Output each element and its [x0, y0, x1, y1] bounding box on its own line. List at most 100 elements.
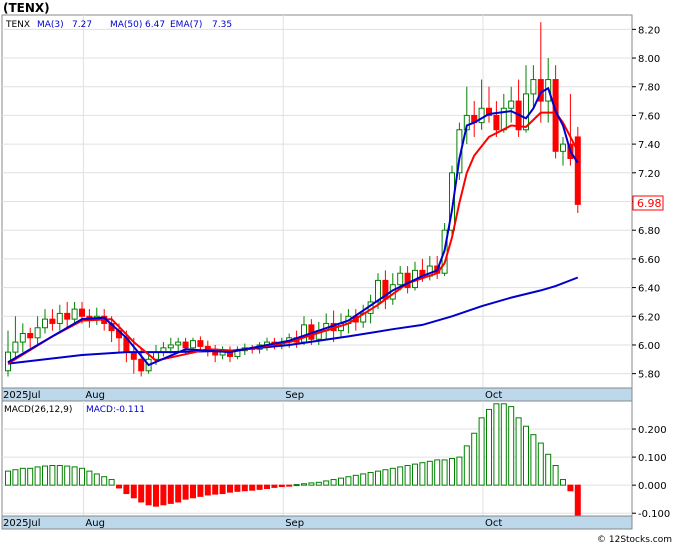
macd-y-axis: -0.100 0.000 0.100 0.200 — [632, 425, 670, 520]
macd-bar — [301, 483, 307, 486]
macd-bar — [449, 458, 455, 486]
candle-body — [19, 332, 26, 343]
macd-bar — [86, 470, 93, 486]
watermark: © 12Stocks.com — [597, 535, 672, 545]
macd-bar — [286, 484, 293, 487]
price-y-tick-label: 5.80 — [638, 370, 660, 381]
macd-bar — [160, 484, 167, 506]
macd-bar — [271, 484, 278, 488]
ticker-title: (TENX) — [3, 1, 50, 15]
macd-bar — [434, 459, 441, 486]
macd-bar — [190, 484, 196, 499]
macd-panel — [1, 400, 633, 517]
macd-bar — [441, 459, 448, 486]
ma50-legend-label: MA(50) — [110, 20, 142, 30]
macd-bar — [500, 403, 507, 486]
macd-bar — [308, 482, 315, 486]
price-y-tick-label: 8.20 — [638, 25, 660, 36]
macd-bar — [375, 470, 381, 486]
ema7-legend-value: 7.35 — [212, 20, 232, 30]
candle-body — [71, 308, 78, 320]
macd-bar — [108, 479, 115, 486]
candle-body — [508, 100, 515, 109]
macd-bar — [567, 484, 574, 492]
macd-bar — [219, 484, 226, 495]
macd-x-tick-label: Oct — [485, 518, 502, 529]
macd-bar — [515, 417, 522, 486]
candle-body — [56, 312, 63, 324]
macd-y-tick-label: 0.200 — [638, 425, 667, 436]
macd-bar — [338, 477, 344, 486]
macd-bar — [182, 484, 189, 500]
candle-body — [138, 358, 145, 372]
macd-bar — [167, 484, 174, 504]
price-x-tick-label: Sep — [285, 390, 304, 401]
macd-bar — [138, 484, 145, 503]
macd-bar — [79, 467, 85, 486]
macd-bar — [12, 469, 19, 486]
candle-body — [530, 79, 537, 95]
macd-bar — [64, 465, 71, 486]
macd-x-tick-label: Sep — [285, 518, 304, 529]
macd-bar — [5, 470, 11, 486]
price-y-tick-label: 7.20 — [638, 169, 660, 180]
macd-bar — [456, 456, 463, 486]
macd-bar — [382, 469, 389, 486]
macd-bar — [330, 479, 337, 486]
price-y-tick-label: 6.20 — [638, 312, 660, 323]
macd-bar — [471, 432, 478, 486]
legend-symbol: TENX — [5, 20, 30, 30]
candle-body — [12, 341, 19, 353]
candle-body — [301, 324, 307, 343]
macd-x-tick-label: Aug — [85, 518, 105, 529]
macd-bar — [71, 466, 78, 486]
macd-bar — [264, 484, 270, 490]
price-y-tick-label: 6.80 — [638, 226, 660, 237]
macd-bar — [145, 484, 152, 506]
candle-body — [34, 327, 41, 339]
candle-body — [79, 308, 85, 317]
macd-bar — [345, 476, 352, 486]
macd-params-label: MACD(26,12,9) — [4, 405, 72, 415]
last-price-label: 6.98 — [637, 197, 662, 210]
macd-y-tick-label: 0.000 — [638, 481, 667, 492]
stock-chart: 5.806.006.206.406.606.807.007.207.407.60… — [1, 1, 672, 545]
macd-bar — [367, 472, 374, 486]
macd-value-label: MACD:-0.111 — [86, 405, 145, 415]
macd-bar — [34, 466, 41, 486]
macd-bar — [49, 465, 56, 486]
macd-bar — [389, 467, 396, 486]
macd-bar — [204, 484, 211, 496]
macd-bar — [278, 484, 285, 488]
price-y-tick-label: 6.00 — [638, 341, 660, 352]
candle-body — [27, 332, 34, 339]
macd-bar — [552, 465, 559, 486]
macd-bar — [175, 484, 182, 503]
macd-bar — [153, 484, 159, 507]
macd-bar — [123, 484, 130, 495]
price-y-tick-label: 7.40 — [638, 140, 660, 151]
macd-bar — [537, 442, 544, 486]
macd-bar — [426, 460, 433, 486]
macd-y-tick-label: 0.100 — [638, 453, 667, 464]
macd-bar — [352, 474, 359, 486]
candle-body — [175, 341, 182, 346]
candle-body — [167, 344, 174, 349]
candle-body — [493, 114, 500, 131]
macd-y-tick-label: -0.100 — [638, 509, 670, 520]
macd-bar — [42, 465, 48, 486]
macd-bar — [530, 434, 537, 486]
price-x-tick-label: Aug — [85, 390, 105, 401]
macd-bar — [227, 484, 233, 493]
macd-bar — [197, 484, 204, 497]
macd-bar — [234, 484, 241, 492]
candle-body — [49, 318, 56, 324]
ma3-legend-value: 7.27 — [72, 20, 92, 30]
macd-bar — [293, 484, 300, 487]
macd-bar — [256, 484, 263, 490]
candle-body — [64, 312, 71, 320]
ma50-legend-value: 6.47 — [145, 20, 165, 30]
macd-bar — [93, 473, 100, 486]
macd-bar — [19, 467, 26, 486]
macd-x-tick-label: 2025Jul — [3, 518, 41, 529]
